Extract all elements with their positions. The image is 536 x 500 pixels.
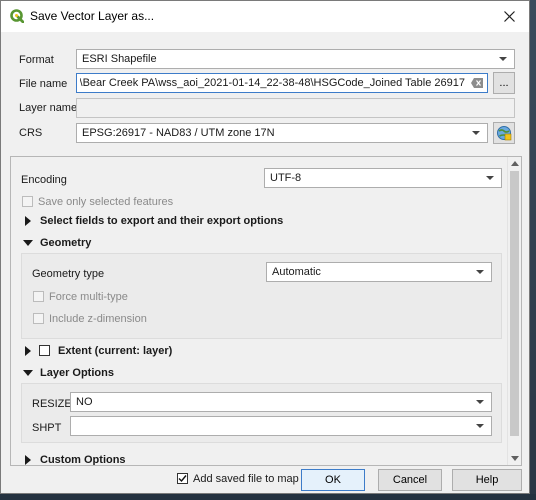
help-label: Help: [475, 474, 499, 486]
save-selected-checkbox[interactable]: [22, 196, 33, 207]
resize-label: RESIZE: [32, 398, 72, 410]
ok-label: OK: [325, 474, 341, 486]
include-z-checkbox[interactable]: [33, 313, 44, 324]
checkmark-icon: [178, 475, 187, 483]
chevron-down-icon: [486, 176, 494, 180]
include-z-label: Include z-dimension: [49, 313, 147, 325]
window-title: Save Vector Layer as...: [30, 9, 155, 23]
browse-button[interactable]: ...: [493, 72, 515, 94]
encoding-select[interactable]: UTF-8: [264, 168, 502, 188]
encoding-label: Encoding: [21, 174, 67, 186]
browse-label: ...: [499, 77, 509, 89]
scroll-down-icon[interactable]: [511, 456, 519, 461]
shpt-select[interactable]: [70, 416, 492, 436]
scrollbar-thumb[interactable]: [510, 171, 519, 436]
format-label: Format: [19, 54, 54, 66]
resize-select[interactable]: NO: [70, 392, 492, 412]
geometry-type-select[interactable]: Automatic: [266, 262, 492, 282]
cancel-button[interactable]: Cancel: [378, 469, 442, 491]
select-fields-section[interactable]: Select fields to export and their export…: [40, 215, 283, 227]
ok-button[interactable]: OK: [301, 469, 365, 491]
save-selected-label: Save only selected features: [38, 196, 174, 208]
geometry-section[interactable]: Geometry: [40, 237, 91, 249]
chevron-down-icon: [476, 424, 484, 428]
force-multi-label: Force multi-type: [49, 291, 128, 303]
crs-label: CRS: [19, 127, 43, 139]
filename-input[interactable]: Documents\Bear Creek PA\wss_aoi_2021-01-…: [76, 73, 488, 93]
layer-options-section[interactable]: Layer Options: [40, 367, 114, 379]
extent-section[interactable]: Extent (current: layer): [58, 345, 172, 357]
scroll-up-icon[interactable]: [511, 161, 519, 166]
layer-options-group: RESIZE NO SHPT: [21, 383, 502, 443]
force-multi-checkbox[interactable]: [33, 291, 44, 302]
chevron-down-icon: [499, 57, 507, 61]
vertical-scrollbar[interactable]: [507, 157, 521, 465]
filename-value: Documents\Bear Creek PA\wss_aoi_2021-01-…: [80, 77, 465, 89]
chevron-down-icon: [472, 131, 480, 135]
collapse-down-icon[interactable]: [23, 370, 33, 376]
resize-value: NO: [76, 396, 93, 408]
expand-right-icon[interactable]: [25, 346, 31, 356]
add-saved-label: Add saved file to map: [193, 473, 299, 485]
chevron-down-icon: [476, 270, 484, 274]
help-button[interactable]: Help: [452, 469, 522, 491]
expand-right-icon[interactable]: [25, 216, 31, 226]
crs-globe-icon: [497, 126, 512, 141]
crs-picker-button[interactable]: [493, 122, 515, 144]
chevron-down-icon: [476, 400, 484, 404]
geometry-type-label: Geometry type: [32, 268, 105, 280]
title-bar: Save Vector Layer as...: [1, 1, 529, 32]
qgis-logo-icon: [10, 9, 24, 23]
geometry-group: Geometry type Automatic Force multi-type…: [21, 253, 502, 339]
close-icon: [503, 11, 515, 22]
crs-select[interactable]: EPSG:26917 - NAD83 / UTM zone 17N: [76, 123, 488, 143]
collapse-down-icon[interactable]: [23, 240, 33, 246]
geometry-type-value: Automatic: [272, 266, 321, 278]
options-scroll-area[interactable]: Encoding UTF-8 Save only selected featur…: [10, 156, 522, 466]
format-select[interactable]: ESRI Shapefile: [76, 49, 515, 69]
shpt-label: SHPT: [32, 422, 62, 434]
save-vector-dialog: Save Vector Layer as... Format ESRI Shap…: [0, 0, 530, 494]
layername-input[interactable]: [76, 98, 515, 118]
layername-label: Layer name: [19, 102, 78, 114]
taskbar-strip: [0, 494, 536, 500]
close-button[interactable]: [489, 1, 529, 32]
expand-right-icon[interactable]: [25, 455, 31, 465]
add-saved-checkbox[interactable]: [177, 473, 188, 484]
clear-text-icon[interactable]: [471, 78, 483, 88]
custom-options-section[interactable]: Custom Options: [40, 454, 126, 465]
format-value: ESRI Shapefile: [82, 53, 157, 65]
encoding-value: UTF-8: [270, 172, 302, 184]
filename-label: File name: [19, 78, 68, 90]
extent-checkbox[interactable]: [39, 345, 50, 356]
cancel-label: Cancel: [392, 474, 428, 486]
crs-value: EPSG:26917 - NAD83 / UTM zone 17N: [82, 127, 275, 139]
